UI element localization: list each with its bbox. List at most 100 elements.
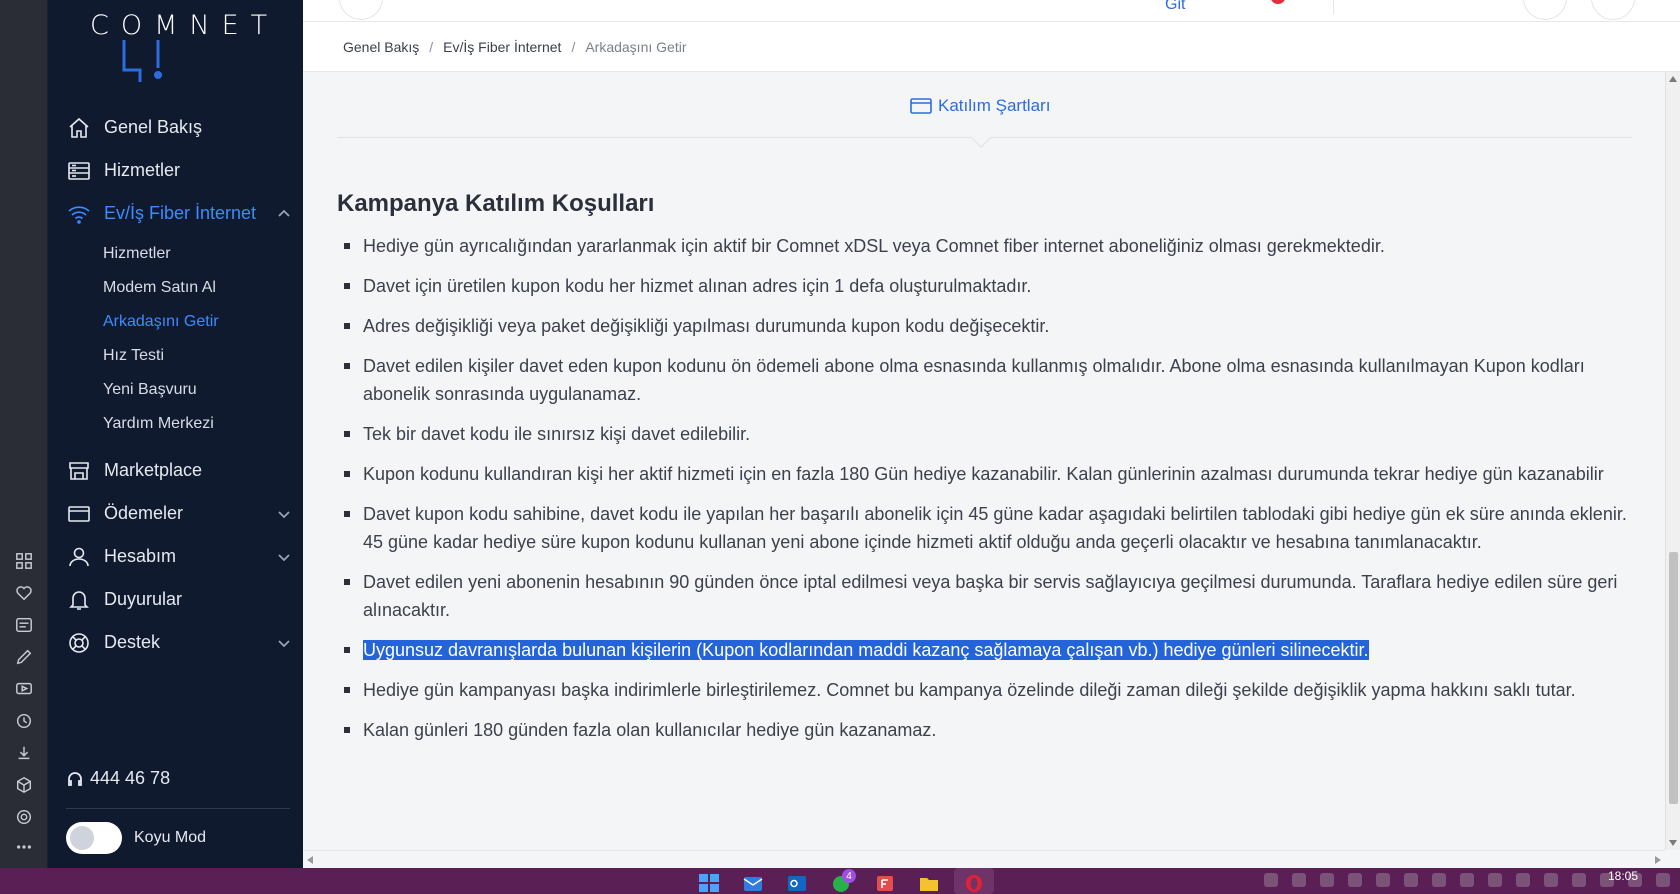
scrollbar-thumb[interactable] <box>1669 552 1678 804</box>
tray-icon[interactable] <box>1376 873 1390 887</box>
headset-icon <box>68 771 82 786</box>
notification-dot <box>1271 0 1285 4</box>
tray-icon[interactable] <box>1460 873 1474 887</box>
tray-icon[interactable] <box>1488 873 1502 887</box>
nav-genel-bakis[interactable]: Genel Bakış <box>48 106 303 149</box>
tray-icon[interactable] <box>1572 873 1586 887</box>
mail-icon[interactable] <box>741 872 765 894</box>
main-area: Git Genel Bakış / Ev/İş Fiber İnternet /… <box>303 0 1680 868</box>
list-item: Davet için üretilen kupon kodu her hizme… <box>337 272 1627 300</box>
box-icon[interactable] <box>14 775 34 795</box>
list-item: Kalan günleri 180 günden fazla olan kull… <box>337 716 1627 744</box>
breadcrumb-current: Arkadaşını Getir <box>585 38 687 55</box>
subnav-hiz-testi[interactable]: Hız Testi <box>103 339 303 373</box>
subnav-modem-satin-al[interactable]: Modem Satın Al <box>103 271 303 305</box>
heart-icon[interactable] <box>14 583 34 603</box>
header-action-button[interactable] <box>1523 0 1567 20</box>
scroll-left-icon[interactable] <box>307 856 313 864</box>
subnav-yardim-merkezi[interactable]: Yardım Merkezi <box>103 407 303 441</box>
nav-ev-is-fiber-internet[interactable]: Ev/İş Fiber İnternet <box>48 192 303 235</box>
chevron-down-icon <box>277 636 291 650</box>
tray-icon[interactable] <box>1656 873 1670 887</box>
wifi-icon <box>66 201 92 227</box>
list-item: Hediye gün ayrıcalığından yararlanmak iç… <box>337 232 1627 260</box>
page-title: Kampanya Katılım Koşulları <box>337 190 655 217</box>
tray-icon[interactable] <box>1544 873 1558 887</box>
subnav-yeni-basvuru[interactable]: Yeni Başvuru <box>103 373 303 407</box>
nav-duyurular[interactable]: Duyurular <box>48 578 303 621</box>
dark-mode-toggle[interactable] <box>66 822 122 854</box>
chevron-down-icon <box>277 507 291 521</box>
breadcrumb-genel-bakis[interactable]: Genel Bakış <box>343 39 419 55</box>
logo-mark-icon <box>122 40 162 82</box>
card-icon <box>910 98 932 114</box>
support-phone[interactable]: 444 46 78 <box>66 768 170 789</box>
breadcrumb-separator: / <box>571 38 576 55</box>
more-icon[interactable] <box>14 837 34 857</box>
settings-icon[interactable] <box>14 807 34 827</box>
pencil-icon[interactable] <box>14 647 34 667</box>
tray-icon[interactable] <box>1516 873 1530 887</box>
scroll-right-icon[interactable] <box>1655 856 1661 864</box>
nav-destek[interactable]: Destek <box>48 621 303 664</box>
nav-marketplace[interactable]: Marketplace <box>48 449 303 492</box>
fiber-subnav: Hizmetler Modem Satın Al Arkadaşını Geti… <box>48 237 303 441</box>
tab-katilim-sartlari[interactable]: Katılım Şartları <box>910 96 1050 116</box>
windows-start-icon[interactable] <box>697 872 721 894</box>
scroll-down-icon[interactable] <box>1669 840 1677 846</box>
opera-browser-icon[interactable] <box>962 872 986 894</box>
app-f-icon[interactable] <box>873 872 897 894</box>
toggle-knob <box>70 826 94 850</box>
list-item: Davet edilen kişiler davet eden kupon ko… <box>337 352 1627 408</box>
outlook-icon[interactable] <box>785 872 809 894</box>
profile-button[interactable] <box>1591 0 1635 20</box>
dark-mode-label: Koyu Mod <box>134 829 207 846</box>
tray-icon[interactable] <box>1404 873 1418 887</box>
main-nav: Genel Bakış Hizmetler Ev/İş Fiber İntern… <box>48 106 303 664</box>
nav-hesabim[interactable]: Hesabım <box>48 535 303 578</box>
bell-icon <box>66 587 92 613</box>
browser-sidebar <box>0 0 48 868</box>
subnav-hizmetler[interactable]: Hizmetler <box>103 237 303 271</box>
subnav-arkadasini-getir[interactable]: Arkadaşını Getir <box>103 305 303 339</box>
file-explorer-icon[interactable] <box>917 872 941 894</box>
comnet-logo[interactable]: COMNET <box>70 0 267 82</box>
scroll-up-icon[interactable] <box>1669 76 1677 82</box>
tray-icon[interactable] <box>1432 873 1446 887</box>
store-icon <box>66 458 92 484</box>
header-link[interactable]: Git <box>1165 0 1185 14</box>
list-item: Tek bir davet kodu ile sınırsız kişi dav… <box>337 420 1627 448</box>
download-icon[interactable] <box>14 743 34 763</box>
workspaces-icon[interactable] <box>14 551 34 571</box>
tray-icon[interactable] <box>1320 873 1334 887</box>
sidebar-divider <box>66 808 290 809</box>
breadcrumb-fiber-internet[interactable]: Ev/İş Fiber İnternet <box>443 39 561 55</box>
chevron-down-icon <box>277 550 291 564</box>
list-item-selected: Uygunsuz davranışlarda bulunan kişilerin… <box>337 636 1627 664</box>
vertical-scrollbar[interactable] <box>1665 72 1680 850</box>
nav-odemeler[interactable]: Ödemeler <box>48 492 303 535</box>
top-header: Git <box>303 0 1680 22</box>
breadcrumb-separator: / <box>429 38 434 55</box>
history-icon[interactable] <box>14 711 34 731</box>
dark-mode-control: Koyu Mod <box>66 822 206 854</box>
app-sidebar: COMNET Genel Bakış Hizmetler Ev/İş Fiber… <box>48 0 303 868</box>
credit-card-icon <box>66 501 92 527</box>
tab-bar: Katılım Şartları <box>337 72 1632 148</box>
tray-icon[interactable] <box>1264 873 1278 887</box>
player-icon[interactable] <box>14 679 34 699</box>
menu-toggle-button[interactable] <box>339 0 383 20</box>
list-item: Kupon kodunu kullandıran kişi her aktif … <box>337 460 1627 488</box>
home-icon <box>66 115 92 141</box>
list-item: Adres değişikliği veya paket değişikliği… <box>337 312 1627 340</box>
list-item: Davet kupon kodu sahibine, davet kodu il… <box>337 500 1627 556</box>
news-icon[interactable] <box>14 615 34 635</box>
header-divider <box>1333 0 1334 14</box>
nav-hizmetler[interactable]: Hizmetler <box>48 149 303 192</box>
taskbar-clock[interactable]: 18:05 <box>1608 869 1638 883</box>
tray-icon[interactable] <box>1292 873 1306 887</box>
horizontal-scrollbar[interactable] <box>303 850 1665 868</box>
breadcrumb: Genel Bakış / Ev/İş Fiber İnternet / Ark… <box>303 22 1680 72</box>
tray-icon[interactable] <box>1348 873 1362 887</box>
user-icon <box>66 544 92 570</box>
